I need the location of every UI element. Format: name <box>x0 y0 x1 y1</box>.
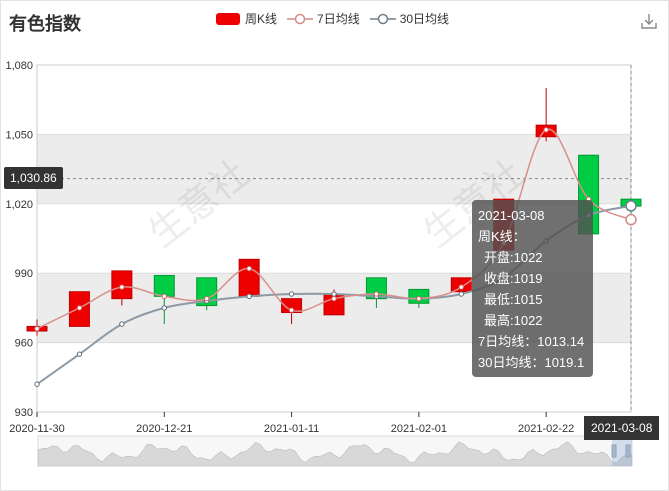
ma7-highlight-point <box>625 213 637 226</box>
ma7-point <box>288 307 295 313</box>
y-tick-label: 1,050 <box>5 129 33 141</box>
ma7-point <box>416 295 422 302</box>
y-tick-label: 960 <box>15 338 33 350</box>
ma7-point <box>373 291 380 297</box>
tooltip-ma30: 30日均线：1019.1 <box>478 355 585 370</box>
crosshair-x-label: 2021-03-08 <box>584 416 660 440</box>
x-tick-label: 2021-02-22 <box>518 423 574 435</box>
data-zoom-slider[interactable] <box>37 435 633 467</box>
ma30-point <box>76 351 83 357</box>
ma7-point <box>543 127 549 133</box>
zoom-handle[interactable] <box>611 444 617 458</box>
x-tick-label: 2021-01-11 <box>264 423 319 435</box>
y-tick-label: 1,020 <box>5 199 33 211</box>
tooltip-series: 周K线： <box>478 229 526 244</box>
ma30-point <box>246 293 252 300</box>
ma7-point <box>331 295 337 302</box>
tooltip-close: 收盘:1019 <box>484 271 543 286</box>
y-tick-label: 930 <box>15 407 33 419</box>
x-tick-label: 2021-02-01 <box>391 423 447 435</box>
tooltip-date: 2021-03-08 <box>478 208 545 223</box>
ma30-highlight-point <box>625 200 637 212</box>
ma7-point <box>34 326 40 332</box>
y-tick-label: 1,080 <box>5 60 33 72</box>
ma30-point <box>331 291 337 297</box>
chart-tooltip: 2021-03-08 周K线： 开盘:1022 收盘:1019 最低:1015 … <box>472 200 593 377</box>
ma7-point <box>76 305 83 311</box>
ma30-point <box>288 291 295 297</box>
x-tick-label: 2020-12-21 <box>136 423 192 435</box>
ma7-point <box>204 295 210 302</box>
candle-body <box>153 275 175 297</box>
ma30-point <box>161 305 167 311</box>
zoom-handle[interactable] <box>625 444 631 458</box>
tooltip-ma7: 7日均线：1013.14 <box>478 334 585 349</box>
ma7-point <box>458 284 464 290</box>
tooltip-low: 最低:1015 <box>484 292 543 307</box>
tooltip-high: 最高:1022 <box>484 313 543 328</box>
y-tick-label: 990 <box>15 268 33 280</box>
crosshair-y-label: 1,030.86 <box>4 167 63 189</box>
ma30-point <box>34 381 40 387</box>
ma7-point <box>246 265 252 272</box>
tooltip-open: 开盘:1022 <box>484 250 543 265</box>
ma30-point <box>119 321 125 327</box>
x-tick-label: 2020-11-30 <box>9 423 64 435</box>
ma7-point <box>119 284 125 290</box>
ma7-point <box>161 293 167 300</box>
grid-band <box>37 134 631 204</box>
ma30-point <box>458 291 464 297</box>
candle-body <box>238 258 260 297</box>
